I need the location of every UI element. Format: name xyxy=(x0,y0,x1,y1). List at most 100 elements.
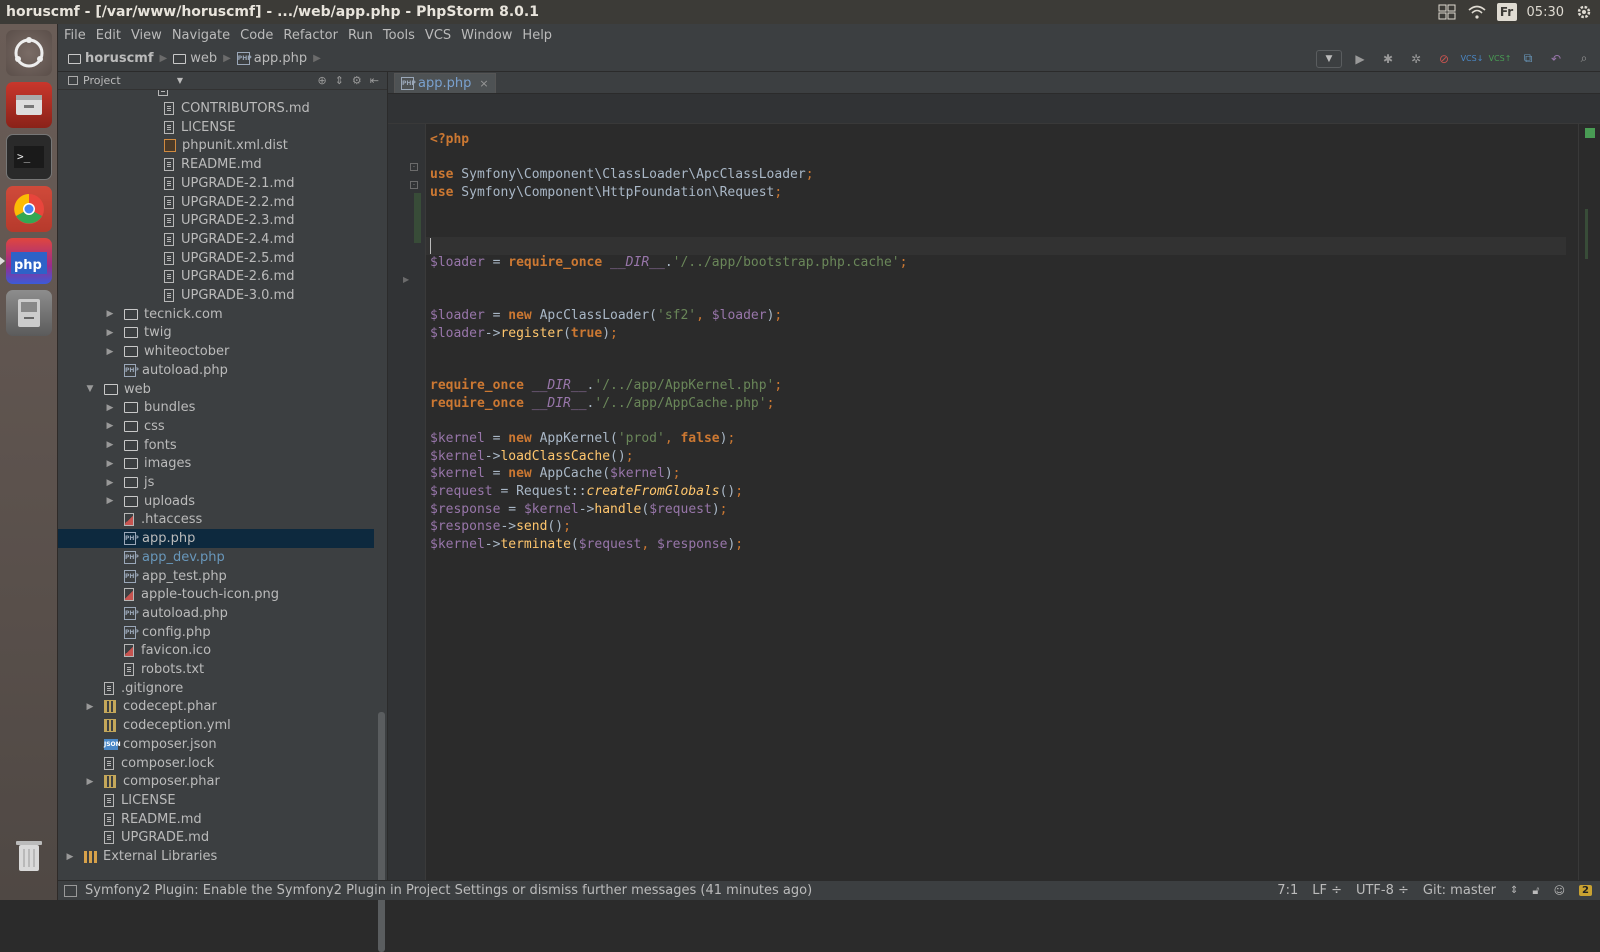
tree-item[interactable]: ▶ codecept.phar xyxy=(58,697,374,716)
run-config-dropdown[interactable]: ▼ xyxy=(1316,49,1342,68)
settings-icon[interactable]: ⚙ xyxy=(352,74,362,87)
breadcrumb-file[interactable]: app.php xyxy=(254,51,307,66)
expand-arrow-icon[interactable]: ▶ xyxy=(104,478,116,488)
code-line[interactable]: <?php xyxy=(430,131,469,149)
hide-panel-icon[interactable]: ⇤ xyxy=(370,74,379,87)
expand-arrow-icon[interactable]: ▶ xyxy=(104,403,116,413)
tree-item[interactable]: LICENSE xyxy=(58,791,374,810)
tree-item[interactable]: ▶ whiteoctober xyxy=(58,342,374,361)
tree-item[interactable]: .gitignore xyxy=(58,679,374,698)
menu-edit[interactable]: Edit xyxy=(96,28,129,43)
code-line[interactable]: use Symfony\Component\ClassLoader\ApcCla… xyxy=(430,166,814,184)
code-line[interactable]: require_once __DIR__.'/../app/AppKernel.… xyxy=(430,377,782,395)
tree-item[interactable]: JSON composer.json xyxy=(58,735,374,754)
tree-item[interactable]: README.md xyxy=(58,155,374,174)
git-branch[interactable]: Git: master xyxy=(1423,883,1496,898)
expand-arrow-icon[interactable]: ▶ xyxy=(104,328,116,338)
menu-help[interactable]: Help xyxy=(522,28,560,43)
code-line[interactable]: $response = $kernel->handle($request); xyxy=(430,501,727,519)
code-line[interactable]: $kernel = new AppKernel('prod', false); xyxy=(430,430,735,448)
menu-vcs[interactable]: VCS xyxy=(425,28,459,43)
fold-expand-icon[interactable]: ▶ xyxy=(403,275,409,284)
clock[interactable]: 05:30 xyxy=(1527,5,1564,20)
trash-icon[interactable] xyxy=(6,832,52,878)
tree-item[interactable]: UPGRADE.md xyxy=(58,828,374,847)
tree-item[interactable]: LICENSE xyxy=(58,118,374,137)
expand-arrow-icon[interactable]: ▶ xyxy=(104,496,116,506)
tree-item[interactable]: .htaccess xyxy=(58,510,374,529)
code-line[interactable]: $kernel->loadClassCache(); xyxy=(430,448,634,466)
code-line[interactable]: require_once __DIR__.'/../app/AppCache.p… xyxy=(430,395,774,413)
tree-item[interactable]: ▶ twig xyxy=(58,323,374,342)
menu-navigate[interactable]: Navigate xyxy=(172,28,238,43)
keyboard-layout-indicator[interactable]: Fr xyxy=(1496,3,1517,21)
tree-item[interactable]: PHP autoload.php xyxy=(58,604,374,623)
lock-icon[interactable]: 🔓︎ xyxy=(1532,884,1539,898)
tree-item[interactable]: CONTRIBUTORS.md xyxy=(58,99,374,118)
tool-windows-toggle-icon[interactable] xyxy=(64,884,77,897)
code-area[interactable]: <?php use Symfony\Component\ClassLoader\A… xyxy=(426,124,1566,880)
change-stripe-marker[interactable] xyxy=(1585,209,1588,259)
tree-item[interactable]: UPGRADE-2.2.md xyxy=(58,193,374,212)
tree-item[interactable]: robots.txt xyxy=(58,660,374,679)
code-line[interactable]: $loader = require_once __DIR__.'/../app/… xyxy=(430,254,907,272)
menu-tools[interactable]: Tools xyxy=(383,28,423,43)
expand-arrow-icon[interactable]: ▶ xyxy=(104,309,116,319)
tree-item[interactable]: UPGRADE-2.3.md xyxy=(58,211,374,230)
debug-icon[interactable]: ✱ xyxy=(1378,50,1398,68)
tree-item[interactable]: ▶ js xyxy=(58,473,374,492)
tree-item[interactable]: UPGRADE-2.4.md xyxy=(58,230,374,249)
menu-file[interactable]: File xyxy=(64,28,94,43)
device-drive-icon[interactable] xyxy=(6,290,52,336)
close-tab-icon[interactable]: × xyxy=(479,77,488,90)
expand-arrow-icon[interactable]: ▶ xyxy=(104,440,116,450)
tree-item[interactable]: ▶ External Libraries xyxy=(58,847,374,866)
tree-item[interactable]: ▶ css xyxy=(58,417,374,436)
tree-item[interactable]: codeception.yml xyxy=(58,716,374,735)
code-line[interactable]: $kernel->terminate($request, $response); xyxy=(430,536,743,554)
expand-arrow-icon[interactable]: ▶ xyxy=(104,459,116,469)
code-line[interactable]: $response->send(); xyxy=(430,518,571,536)
ubuntu-dash-icon[interactable] xyxy=(6,30,52,76)
menu-view[interactable]: View xyxy=(131,28,170,43)
tree-item[interactable]: ▶ tecnick.com xyxy=(58,305,374,324)
project-tree-scrollbar[interactable] xyxy=(378,712,385,952)
search-everywhere-icon[interactable]: ⌕ xyxy=(1574,50,1594,68)
stop-listening-icon[interactable]: ⊘ xyxy=(1434,50,1454,68)
editor-tab-app-php[interactable]: PHP app.php × xyxy=(394,73,496,93)
vcs-commit-icon[interactable]: VCS↑ xyxy=(1489,50,1512,68)
files-app-icon[interactable] xyxy=(6,82,52,128)
tree-item[interactable]: UPGRADE-2.1.md xyxy=(58,174,374,193)
branch-switch-icon[interactable]: ⇕ xyxy=(1510,885,1518,896)
tree-item[interactable]: README.md xyxy=(58,810,374,829)
tree-item[interactable]: ▼ web xyxy=(58,380,374,399)
tree-item[interactable]: PHP app.php xyxy=(58,529,374,549)
status-message[interactable]: Symfony2 Plugin: Enable the Symfony2 Plu… xyxy=(85,883,812,898)
tree-item[interactable]: favicon.ico xyxy=(58,641,374,660)
tree-item[interactable]: PHP config.php xyxy=(58,623,374,642)
tree-item[interactable]: ▶ bundles xyxy=(58,398,374,417)
code-line[interactable]: use Symfony\Component\HttpFoundation\Req… xyxy=(430,184,782,202)
code-line[interactable]: $loader->register(true); xyxy=(430,325,618,343)
line-separator[interactable]: LF ÷ xyxy=(1312,883,1342,898)
terminal-app-icon[interactable]: >_ xyxy=(6,134,52,180)
collapse-all-icon[interactable]: ⇕ xyxy=(335,74,344,87)
expand-arrow-icon[interactable]: ▶ xyxy=(104,421,116,431)
vcs-update-icon[interactable]: VCS↓ xyxy=(1461,50,1484,68)
error-stripe[interactable] xyxy=(1578,124,1600,880)
menu-code[interactable]: Code xyxy=(240,28,281,43)
tree-item[interactable]: apple-touch-icon.png xyxy=(58,585,374,604)
menu-refactor[interactable]: Refactor xyxy=(283,28,346,43)
tree-item[interactable]: PHP autoload.php xyxy=(58,361,374,380)
workspace-switcher-icon[interactable] xyxy=(1437,3,1457,21)
phpstorm-app-icon[interactable]: php xyxy=(0,238,52,284)
coverage-icon[interactable]: ✲ xyxy=(1406,50,1426,68)
menu-window[interactable]: Window xyxy=(461,28,520,43)
tree-item[interactable]: PHP app_dev.php xyxy=(58,548,374,567)
tree-item[interactable]: ▶ fonts xyxy=(58,436,374,455)
menu-run[interactable]: Run xyxy=(348,28,381,43)
scroll-from-source-icon[interactable]: ⊕ xyxy=(317,74,326,87)
run-icon[interactable]: ▶ xyxy=(1350,50,1370,68)
caret-position[interactable]: 7:1 xyxy=(1277,883,1298,898)
tree-item[interactable]: UPGRADE-3.0.md xyxy=(58,286,374,305)
